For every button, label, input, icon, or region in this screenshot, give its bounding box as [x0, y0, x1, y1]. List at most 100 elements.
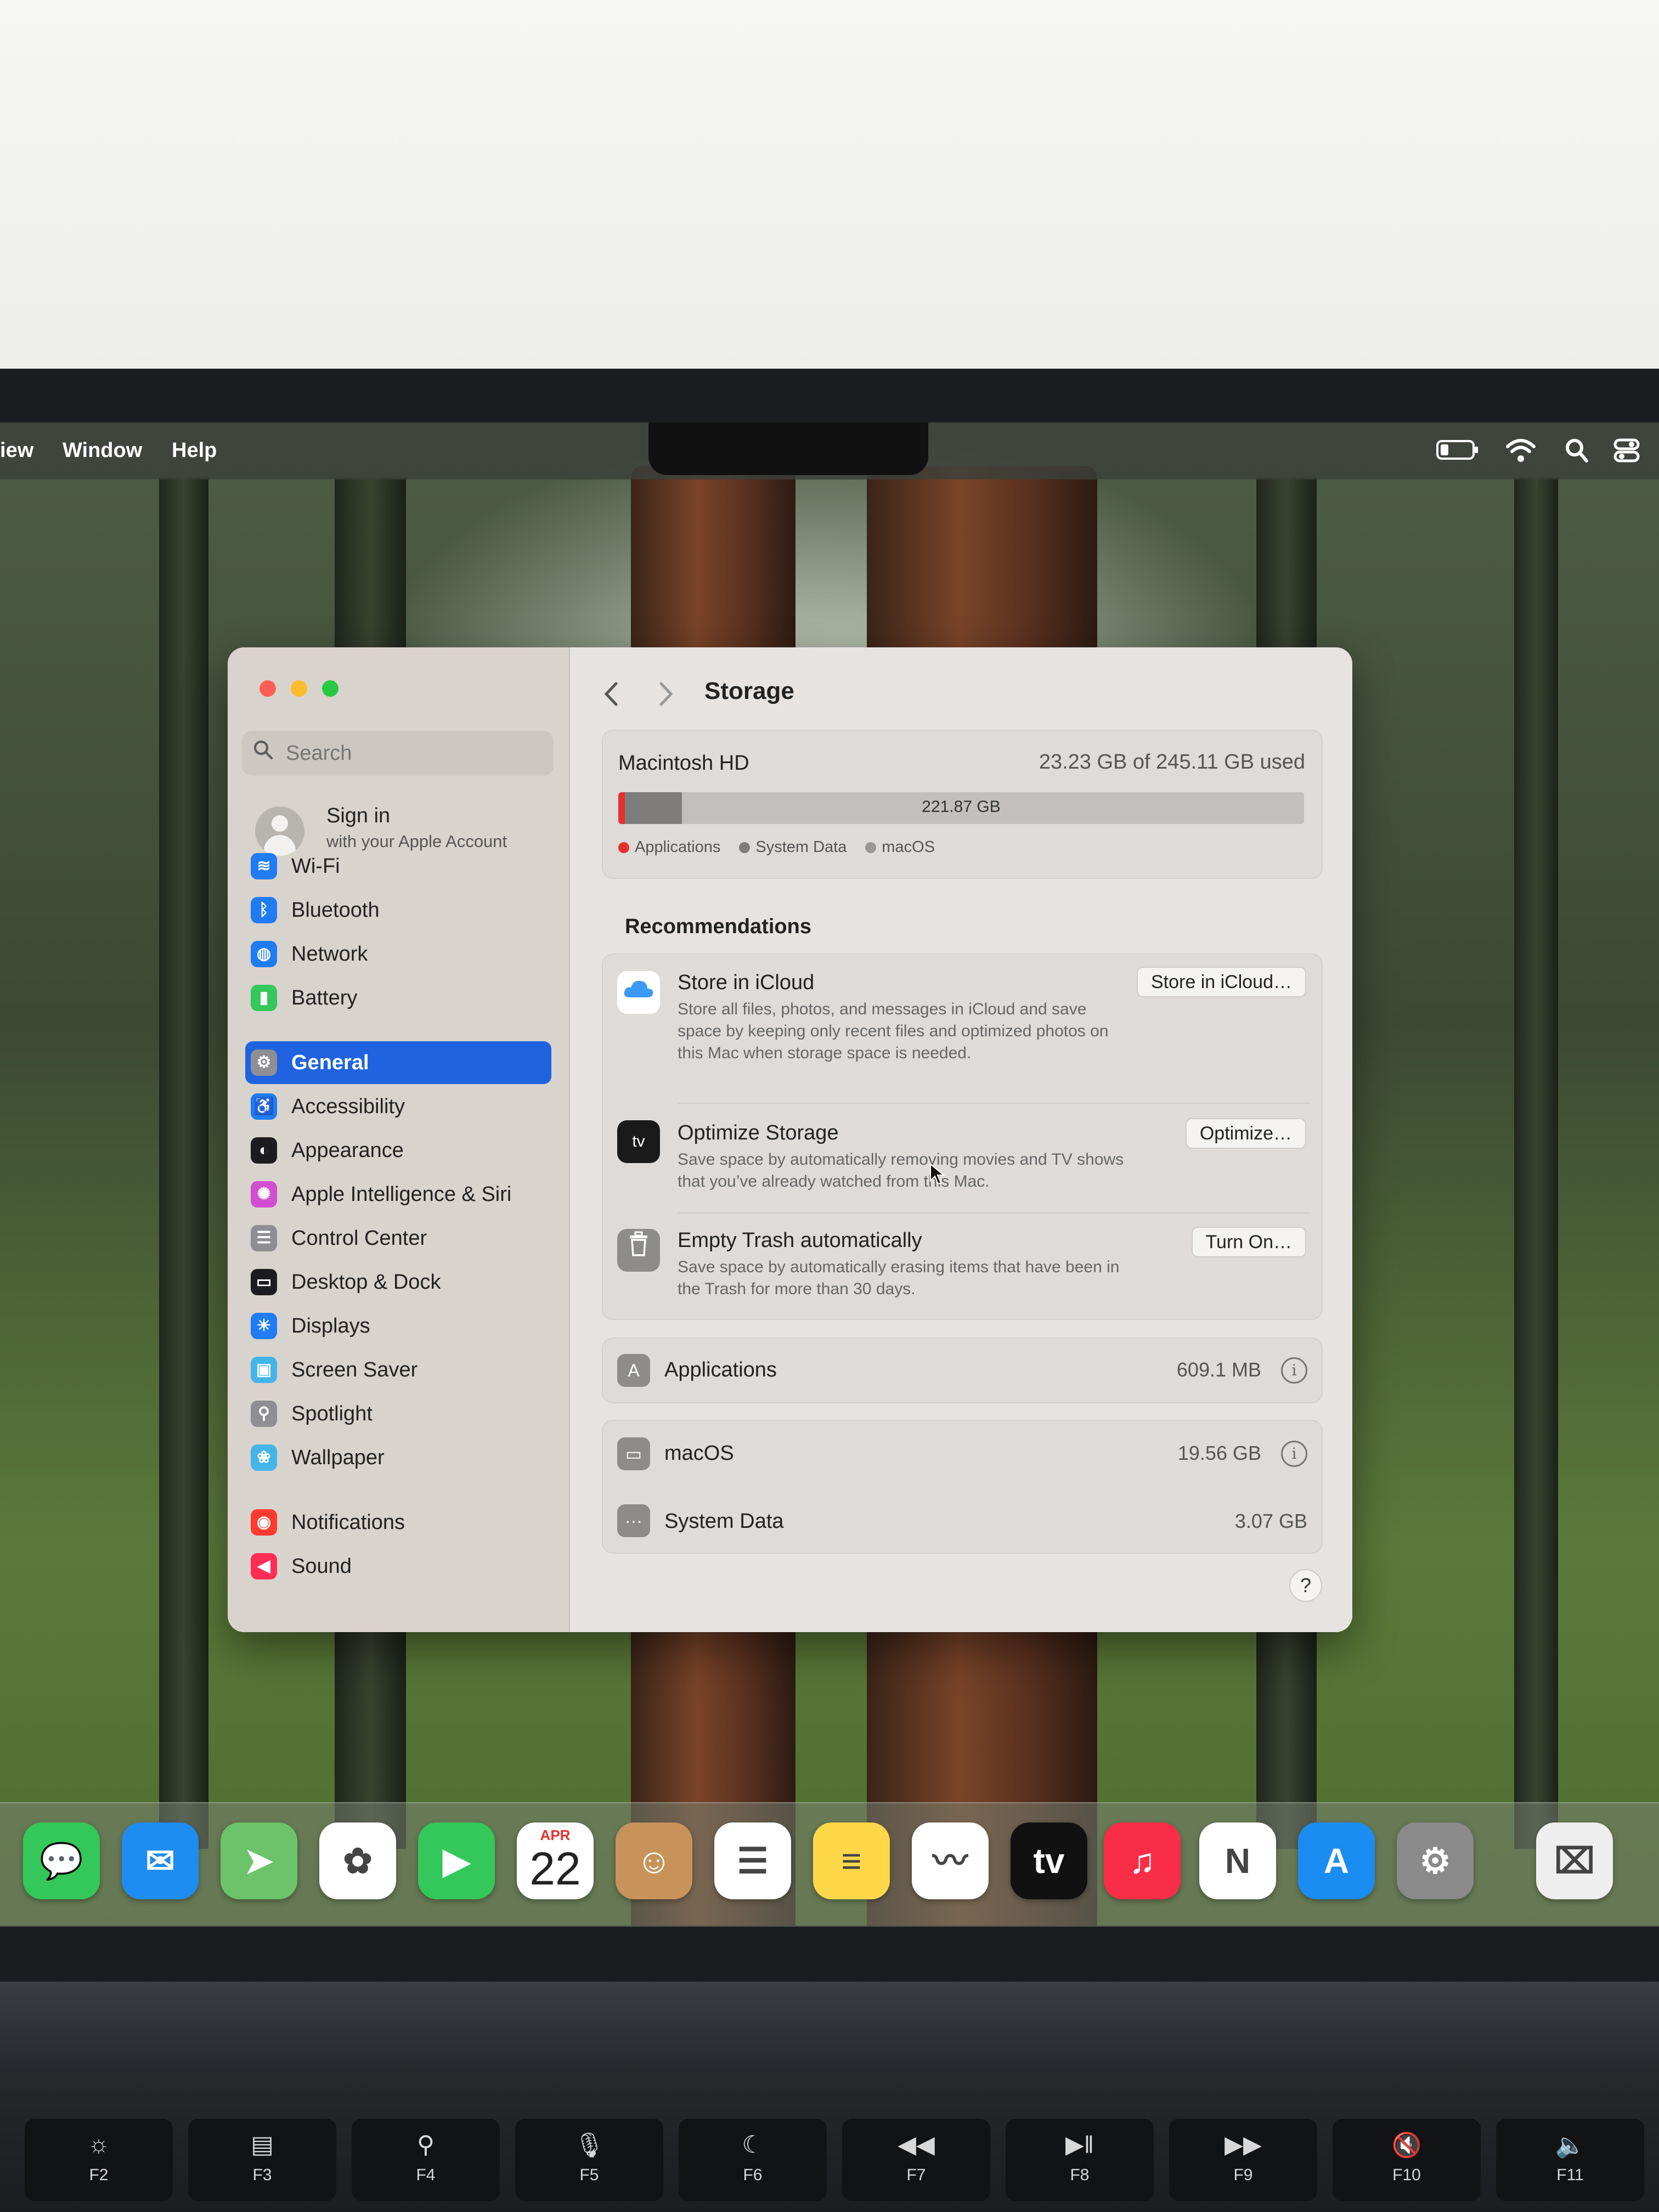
key-label: F8 — [1070, 2166, 1090, 2184]
maps-app[interactable]: ➤ — [221, 1822, 297, 1899]
contacts-app[interactable]: ☺ — [616, 1822, 692, 1899]
maps-icon: ➤ — [244, 1841, 274, 1881]
control-center-status-icon[interactable] — [1613, 437, 1640, 470]
sidebar-item-network[interactable]: ◍ Network — [245, 933, 551, 975]
turn-on-button[interactable]: Turn On… — [1191, 1227, 1306, 1257]
music-app[interactable]: ♫ — [1104, 1822, 1181, 1899]
minimize-window-button[interactable] — [291, 680, 307, 697]
sidebar-item-label: Notifications — [291, 1511, 405, 1534]
key-symbol: ⚲ — [416, 2131, 435, 2158]
key-f5[interactable]: 🎙 F5 — [515, 2119, 663, 2201]
gear-icon: ⚙ — [251, 1049, 277, 1076]
storage-legend: Applications System Data macOS — [618, 838, 935, 856]
applications-row[interactable]: A Applications 609.1 MB i — [602, 1338, 1323, 1403]
info-icon[interactable]: i — [1281, 1441, 1307, 1467]
key-f8[interactable]: ▶‖ F8 — [1006, 2119, 1154, 2201]
row-size: 19.56 GB — [1177, 1442, 1261, 1464]
battery-status-icon[interactable] — [1436, 439, 1480, 467]
key-f10[interactable]: 🔇 F10 — [1333, 2119, 1481, 2201]
tv-icon: tv — [1033, 1841, 1065, 1881]
zoom-window-button[interactable] — [322, 680, 338, 697]
bar-free-label: 221.87 GB — [922, 798, 1001, 816]
key-f11[interactable]: 🔈 F11 — [1496, 2119, 1644, 2201]
system-settings-window: Sign in with your Apple Account ≋Wi-FiᛒB… — [228, 647, 1352, 1632]
keyboard: ☼ F2 ▤ F3 ⚲ F4 🎙 F5 ☾ F6 ◀◀ F7 ▶‖ F8 ▶▶ F9 🔇 F10 🔈 F11 — [0, 1982, 1659, 2212]
key-symbol: 🔇 — [1391, 2132, 1422, 2159]
key-label: F11 — [1556, 2166, 1584, 2184]
reminders-app[interactable]: ☰ — [714, 1822, 791, 1899]
menu-help[interactable]: Help — [172, 439, 217, 462]
key-f4[interactable]: ⚲ F4 — [352, 2119, 500, 2201]
forward-button[interactable] — [658, 680, 674, 715]
system-data-row[interactable]: ··· System Data 3.07 GB — [603, 1487, 1322, 1553]
tv-app[interactable]: tv — [1011, 1822, 1087, 1899]
freeform-app[interactable]: 〰 — [912, 1822, 989, 1899]
sidebar-item-wi-fi[interactable]: ≋ Wi-Fi — [245, 845, 551, 888]
calendar-app[interactable]: APR 22 — [517, 1822, 594, 1899]
macos-row[interactable]: ▭ macOS 19.56 GB i — [603, 1421, 1322, 1487]
sidebar-item-bluetooth[interactable]: ᛒ Bluetooth — [245, 889, 551, 932]
system-settings-app[interactable]: ⚙ — [1397, 1822, 1474, 1899]
sidebar-item-label: Apple Intelligence & Siri — [291, 1183, 512, 1206]
recommendation-description: Store all files, photos, and messages in… — [678, 1000, 1109, 1062]
photos-app[interactable]: ✿ — [319, 1822, 396, 1899]
sidebar-item-label: Sound — [291, 1555, 352, 1578]
storage-pane: Storage Macintosh HD 23.23 GB of 245.11 … — [570, 647, 1352, 1632]
legend-item: System Data — [739, 838, 847, 856]
sidebar-item-screen-saver[interactable]: ▣ Screen Saver — [245, 1348, 551, 1391]
search-input[interactable] — [285, 738, 539, 768]
utility-app[interactable]: ⌧ — [1536, 1822, 1613, 1899]
key-label: F4 — [416, 2166, 436, 2184]
sidebar-item-wallpaper[interactable]: ❀ Wallpaper — [245, 1436, 551, 1479]
calendar-day: 22 — [529, 1843, 581, 1894]
key-f3[interactable]: ▤ F3 — [188, 2119, 336, 2201]
dock: 💬 ✉ ➤ ✿ ▶ APR 22 ☺ ☰ ≡ 〰 tv ♫ N A ⚙ ⌧ — [0, 1802, 1659, 1927]
sidebar-item-desktop-dock[interactable]: ▭ Desktop & Dock — [245, 1261, 551, 1304]
mail-app[interactable]: ✉ — [122, 1822, 199, 1899]
sidebar-item-apple-intelligence-siri[interactable]: ✺ Apple Intelligence & Siri — [245, 1173, 551, 1216]
menu-view[interactable]: iew — [0, 439, 33, 462]
close-window-button[interactable] — [259, 680, 276, 697]
sidebar-item-appearance[interactable]: ◐ Appearance — [245, 1129, 551, 1172]
sidebar-search[interactable] — [242, 731, 554, 776]
sidebar-item-battery[interactable]: ▮ Battery — [245, 977, 551, 1019]
wifi-status-icon[interactable] — [1505, 437, 1536, 470]
key-label: F5 — [579, 2166, 599, 2184]
spotlight-search-icon[interactable] — [1564, 437, 1590, 470]
messages-icon: 💬 — [40, 1841, 83, 1881]
sidebar-item-notifications[interactable]: ◉ Notifications — [245, 1501, 551, 1544]
recommendations-heading: Recommendations — [625, 915, 811, 938]
sidebar-item-control-center[interactable]: ☰ Control Center — [245, 1217, 551, 1260]
recommendations-card: Store in iCloud Store all files, photos,… — [602, 953, 1323, 1320]
recommendation-title: Store in iCloud — [678, 971, 815, 994]
account-title: Sign in — [326, 804, 391, 827]
key-f7[interactable]: ◀◀ F7 — [842, 2119, 990, 2201]
trash-icon — [617, 1229, 660, 1272]
sidebar-item-accessibility[interactable]: ♿ Accessibility — [245, 1085, 551, 1128]
key-f2[interactable]: ☼ F2 — [25, 2119, 173, 2201]
row-label: macOS — [664, 1442, 734, 1465]
recommendation-icloud: Store in iCloud Store all files, photos,… — [603, 955, 1322, 1103]
help-button[interactable]: ? — [1289, 1569, 1322, 1602]
key-f6[interactable]: ☾ F6 — [679, 2119, 827, 2201]
sidebar-item-general[interactable]: ⚙ General — [245, 1041, 551, 1084]
sidebar-item-sound[interactable]: ◀ Sound — [245, 1545, 551, 1588]
app-store-app[interactable]: A — [1298, 1822, 1375, 1899]
optimize-button[interactable]: Optimize… — [1185, 1118, 1306, 1149]
notes-app[interactable]: ≡ — [813, 1822, 890, 1899]
facetime-app[interactable]: ▶ — [418, 1822, 495, 1899]
wallpaper-tree — [1514, 477, 1558, 1849]
key-f9[interactable]: ▶▶ F9 — [1169, 2119, 1317, 2201]
messages-app[interactable]: 💬 — [23, 1822, 100, 1899]
storage-usage-bar[interactable]: 221.87 GB — [618, 792, 1304, 824]
back-button[interactable] — [603, 680, 619, 715]
sidebar-item-spotlight[interactable]: ⚲ Spotlight — [245, 1392, 551, 1435]
recommendation-empty-trash: Empty Trash automatically Save space by … — [603, 1214, 1322, 1318]
news-app[interactable]: N — [1199, 1822, 1276, 1899]
menu-window[interactable]: Window — [63, 439, 142, 462]
row-label: Applications — [664, 1358, 777, 1381]
info-icon[interactable]: i — [1281, 1357, 1307, 1384]
store-in-icloud-button[interactable]: Store in iCloud… — [1136, 967, 1306, 997]
sidebar-item-label: Network — [291, 943, 368, 966]
sidebar-item-displays[interactable]: ☀ Displays — [245, 1305, 551, 1347]
